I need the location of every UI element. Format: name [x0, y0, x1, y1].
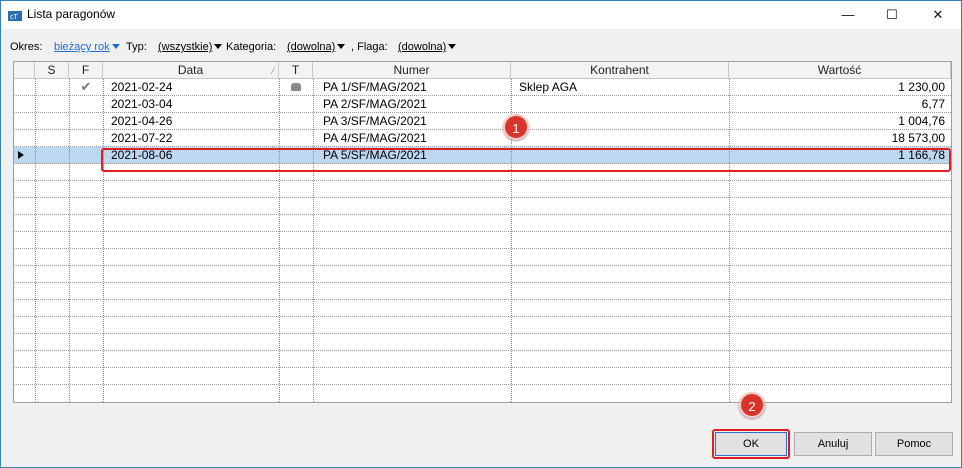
kategoria-value: (dowolna) — [287, 41, 336, 53]
empty-row — [14, 283, 951, 300]
table-row[interactable]: ✔ 2021-02-24 PA 1/SF/MAG/2021 Sklep AGA 1 23… — [14, 79, 951, 96]
cell-numer: PA 4/SF/MAG/2021 — [323, 131, 427, 145]
okres-value: bieżący rok — [54, 41, 110, 53]
kategoria-dropdown[interactable]: (dowolna) — [287, 41, 346, 53]
flaga-value: (dowolna) — [398, 41, 447, 53]
okres-dropdown[interactable]: bieżący rok — [54, 41, 120, 53]
empty-row — [14, 300, 951, 317]
cell-t — [279, 130, 313, 146]
cancel-button[interactable]: Anuluj — [794, 432, 872, 456]
cell-wartosc: 18 573,00 — [891, 131, 945, 145]
column-header-kontrahent[interactable]: Kontrahent — [511, 62, 729, 78]
cell-f — [69, 96, 103, 112]
empty-row — [14, 249, 951, 266]
empty-row — [14, 215, 951, 232]
typ-dropdown[interactable]: (wszystkie) — [158, 41, 223, 53]
cell-numer: PA 1/SF/MAG/2021 — [323, 80, 427, 94]
app-icon: cT — [8, 11, 22, 21]
cell-t — [279, 96, 313, 112]
column-header-s[interactable]: S — [35, 62, 69, 78]
column-header-numer[interactable]: Numer — [313, 62, 511, 78]
cell-kontrahent — [511, 96, 729, 112]
empty-row — [14, 198, 951, 215]
dialog-window: cT Lista paragonów — ☐ ✕ Okres: bieżący … — [0, 0, 962, 468]
cell-s — [35, 147, 69, 163]
column-header-f[interactable]: F — [69, 62, 103, 78]
cell-f — [69, 147, 103, 163]
window-title: Lista paragonów — [27, 7, 116, 21]
kategoria-label: Kategoria: — [226, 41, 277, 53]
cell-s — [35, 130, 69, 146]
cell-kontrahent: Sklep AGA — [519, 80, 578, 94]
maximize-button[interactable]: ☐ — [869, 1, 915, 29]
empty-row — [14, 232, 951, 249]
cell-f — [69, 113, 103, 129]
current-row-indicator-icon — [18, 151, 24, 159]
empty-row — [14, 334, 951, 351]
column-header-data[interactable]: Data ⁄ — [103, 62, 279, 78]
okres-label: Okres: — [10, 41, 43, 53]
cell-data: 2021-02-24 — [111, 80, 173, 94]
cell-s — [35, 96, 69, 112]
check-icon: ✔ — [80, 79, 92, 94]
empty-row — [14, 351, 951, 368]
register-icon — [291, 83, 301, 91]
cell-data: 2021-04-26 — [111, 114, 173, 128]
cell-data: 2021-03-04 — [111, 97, 173, 111]
chevron-down-icon — [214, 44, 223, 49]
empty-row — [14, 181, 951, 198]
sort-icon: ⁄ — [272, 66, 274, 76]
flaga-dropdown[interactable]: (dowolna) — [398, 41, 457, 53]
grid-header: S F Data ⁄ T Numer Kontrahent Wartość — [14, 62, 951, 79]
chevron-down-icon — [111, 44, 120, 49]
typ-value: (wszystkie) — [158, 41, 213, 53]
receipts-grid[interactable]: S F Data ⁄ T Numer Kontrahent Wartość ✔ 20… — [13, 61, 952, 403]
cell-f — [69, 130, 103, 146]
title-bar: cT Lista paragonów — ☐ ✕ — [1, 1, 961, 29]
cell-f: ✔ — [69, 79, 103, 95]
cell-wartosc: 1 004,76 — [898, 114, 945, 128]
column-header-data-label: Data — [177, 63, 204, 77]
grid-divider — [313, 79, 314, 402]
svg-text:cT: cT — [10, 14, 19, 21]
empty-row — [14, 368, 951, 385]
table-row[interactable]: 2021-07-22 PA 4/SF/MAG/2021 18 573,00 — [14, 130, 951, 147]
close-button[interactable]: ✕ — [915, 1, 961, 29]
grid-divider — [69, 79, 70, 402]
empty-row — [14, 266, 951, 283]
column-header-wartosc[interactable]: Wartość — [729, 62, 951, 78]
table-row[interactable]: 2021-04-26 PA 3/SF/MAG/2021 1 004,76 — [14, 113, 951, 130]
flaga-label: , Flaga: — [351, 41, 388, 53]
empty-row — [14, 317, 951, 334]
cell-kontrahent — [511, 130, 729, 146]
cell-wartosc: 6,77 — [921, 97, 945, 111]
column-header-t[interactable]: T — [279, 62, 313, 78]
filter-bar: Okres: bieżący rok Typ: (wszystkie) Kate… — [1, 37, 961, 55]
row-selector-header — [14, 62, 35, 78]
grid-divider — [35, 79, 36, 402]
table-row[interactable]: 2021-03-04 PA 2/SF/MAG/2021 6,77 — [14, 96, 951, 113]
cell-t — [279, 113, 313, 129]
help-button[interactable]: Pomoc — [875, 432, 953, 456]
annotation-badge-1: 1 — [503, 114, 529, 140]
annotation-badge-2: 2 — [739, 392, 765, 418]
cell-wartosc: 1 230,00 — [898, 80, 945, 94]
grid-divider — [279, 79, 280, 402]
typ-label: Typ: — [126, 41, 147, 53]
highlight-selected-row — [101, 148, 951, 172]
cell-numer: PA 2/SF/MAG/2021 — [323, 97, 427, 111]
minimize-button[interactable]: — — [825, 1, 871, 29]
cell-s — [35, 113, 69, 129]
chevron-down-icon — [448, 44, 457, 49]
cell-numer: PA 3/SF/MAG/2021 — [323, 114, 427, 128]
cell-s — [35, 79, 69, 95]
grid-divider — [103, 79, 104, 402]
cell-kontrahent — [511, 113, 729, 129]
ok-button[interactable]: OK — [715, 432, 787, 456]
cell-data: 2021-07-22 — [111, 131, 173, 145]
chevron-down-icon — [337, 44, 346, 49]
grid-divider — [729, 79, 730, 402]
cell-t — [279, 79, 313, 95]
